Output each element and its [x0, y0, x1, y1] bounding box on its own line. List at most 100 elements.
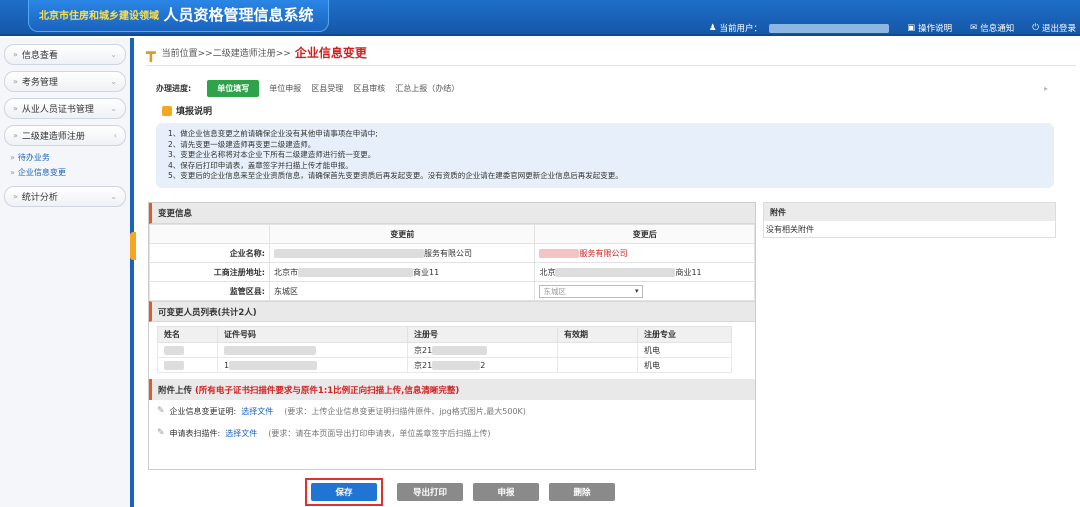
redacted-text: [432, 360, 481, 370]
pin-icon: ┳: [146, 43, 156, 62]
person-major: 机电: [637, 342, 732, 358]
change-form-panel: 变更信息 变更前 变更后 企业名称: 服务有限公司 服务有限公司 工商注册地址:…: [148, 202, 756, 470]
user-name-redacted: [769, 23, 890, 33]
double-arrow-icon: »: [13, 50, 18, 59]
person-name: [157, 342, 218, 358]
chevron-down-icon: ▾: [634, 286, 639, 295]
table-row: 京21 机电: [157, 342, 732, 358]
power-icon: ⏻: [1032, 23, 1039, 33]
logout-link[interactable]: ⏻ 退出登录: [1032, 22, 1076, 34]
sidebar: » 信息查看 ⌄ » 考务管理 ⌄ » 从业人员证书管理 ⌄ » 二级建造师注册…: [0, 38, 134, 507]
address-label: 工商注册地址:: [149, 262, 270, 282]
save-button[interactable]: 保存: [311, 483, 377, 501]
choose-file-application-scan[interactable]: 选择文件: [225, 428, 257, 439]
current-user: ♟ 当前用户：: [708, 22, 890, 34]
instruction-line: 1、做企业信息变更之前请确保企业没有其他申请事项在申请中;: [168, 129, 378, 138]
delete-button[interactable]: 删除: [549, 483, 615, 501]
table-row: 企业名称: 服务有限公司 服务有限公司: [149, 243, 755, 263]
double-arrow-icon: »: [10, 153, 15, 162]
upload-note: (要求：请在本页面导出打印申请表，单位盖章签字后扫描上传): [268, 428, 491, 438]
paperclip-icon: ✎: [157, 428, 165, 438]
redacted-text: [555, 267, 676, 277]
sidebar-item-certificate-management[interactable]: » 从业人员证书管理 ⌄: [4, 98, 126, 119]
sidebar-submenu: » 待办业务 » 企业信息变更: [0, 150, 130, 180]
table-row: 工商注册地址: 北京市 商业11 北京 商业11: [149, 262, 755, 282]
person-major: 机电: [637, 357, 732, 373]
instructions-title: 填报说明: [162, 104, 1054, 117]
note-icon: [162, 105, 172, 116]
progress-label: 办理进度:: [156, 83, 192, 93]
step-unit-fill: 单位填写: [207, 79, 260, 97]
step-summary-report: 汇总上报（办结）: [395, 83, 460, 93]
action-buttons: 保存 导出打印 申报 删除: [305, 478, 615, 506]
sidebar-collapse-handle[interactable]: [130, 232, 136, 260]
address-before: 北京市 商业11: [268, 262, 536, 282]
sidebar-item-exam-management[interactable]: » 考务管理 ⌄: [4, 71, 126, 92]
redacted-text: [432, 345, 488, 355]
breadcrumb: ┳ 当前位置>>二级建造师注册>> 企业信息变更: [146, 40, 1076, 66]
chevron-down-icon: ⌄: [110, 77, 117, 86]
ops-guide-link[interactable]: ▣ 操作说明: [907, 22, 952, 34]
notifications-link[interactable]: ✉ 信息通知: [970, 22, 1014, 34]
table-row: 监管区县: 东城区 东城区 ▾: [149, 281, 755, 301]
person-id: [217, 342, 408, 358]
company-name-label: 企业名称:: [149, 243, 270, 263]
top-header: 北京市住房和城乡建设领域 人员资格管理信息系统 ♟ 当前用户： ▣ 操作说明 ✉…: [0, 0, 1080, 36]
instructions-body: 1、做企业信息变更之前请确保企业没有其他申请事项在申请中; 2、请先变更一级建造…: [156, 123, 1054, 188]
step-district-review: 区县审核: [353, 83, 386, 93]
district-select[interactable]: 东城区 ▾: [539, 284, 644, 298]
progress-steps: 办理进度: 单位填写 单位申报 区县受理 区县审核 汇总上报（办结） ▸: [156, 79, 1056, 97]
people-list-header: 可变更人员列表(共计2人): [149, 301, 755, 322]
double-arrow-icon: »: [13, 192, 18, 201]
upload-requirement: (所有电子证书扫描件要求与原件1:1比例正向扫描上传,信息清晰完整): [195, 385, 460, 396]
chevron-left-icon: ‹: [113, 131, 117, 140]
export-print-button[interactable]: 导出打印: [397, 483, 463, 501]
address-after: 北京 商业11: [534, 262, 755, 282]
upload-header: 附件上传 (所有电子证书扫描件要求与原件1:1比例正向扫描上传,信息清晰完整): [149, 379, 755, 400]
logo-subtitle: 北京市住房和城乡建设领域: [39, 11, 159, 22]
person-id: 1: [217, 357, 408, 373]
double-arrow-icon: »: [13, 131, 18, 140]
redacted-text: [274, 248, 424, 258]
sidebar-item-info-view[interactable]: » 信息查看 ⌄: [4, 44, 126, 65]
instructions-section: 填报说明 1、做企业信息变更之前请确保企业没有其他申请事项在申请中; 2、请先变…: [156, 104, 1054, 194]
attachments-empty: 没有相关附件: [766, 225, 814, 234]
upload-row-change-proof: ✎ 企业信息变更证明: 选择文件 (要求：上传企业信息变更证明扫描件原件、jpg…: [157, 406, 526, 417]
company-name-before: 服务有限公司: [268, 243, 536, 263]
instruction-line: 4、保存后打印申请表，盖章签字并扫描上传才能申报。: [168, 160, 353, 170]
instruction-line: 2、请先变更一级建造师再变更二级建造师。: [168, 139, 316, 149]
upload-row-application-scan: ✎ 申请表扫描件: 选择文件 (要求：请在本页面导出打印申请表，单位盖章签字后扫…: [157, 428, 491, 439]
user-icon: ♟: [708, 23, 717, 33]
before-header: 变更前: [268, 224, 536, 244]
step-unit-submit: 单位申报: [269, 83, 302, 93]
chevron-down-icon: ⌄: [110, 104, 117, 113]
system-logo: 北京市住房和城乡建设领域 人员资格管理信息系统: [28, 0, 329, 32]
redacted-text: [224, 345, 316, 355]
redacted-text: [164, 345, 184, 355]
sidebar-item-statistics[interactable]: » 统计分析 ⌄: [4, 186, 126, 207]
double-arrow-icon: »: [13, 104, 18, 113]
table-row: 变更前 变更后: [149, 224, 755, 244]
sidebar-subitem-pending[interactable]: » 待办业务: [10, 150, 130, 165]
instruction-line: 5、变更后的企业信息来至企业资质信息，请确保首先变更资质后再发起变更。没有资质的…: [168, 171, 623, 180]
arrow-right-icon: ▸: [1043, 83, 1048, 93]
logo-title: 人员资格管理信息系统: [163, 6, 314, 24]
sidebar-subitem-company-change[interactable]: » 企业信息变更: [10, 165, 130, 180]
district-label: 监管区县:: [149, 281, 270, 301]
person-reg: 京21: [407, 342, 558, 358]
submit-button[interactable]: 申报: [473, 483, 539, 501]
step-district-accept: 区县受理: [311, 83, 344, 93]
after-header: 变更后: [534, 224, 755, 244]
redacted-text: [298, 267, 413, 277]
breadcrumb-path: 当前位置>>二级建造师注册>>: [161, 49, 291, 59]
people-table-wrap: 姓名 证件号码 注册号 有效期 注册专业 京21 机电 1 京21 2 机电: [149, 322, 755, 379]
double-arrow-icon: »: [10, 168, 15, 177]
sidebar-item-constructor-registration[interactable]: » 二级建造师注册 ‹: [4, 125, 126, 146]
attachments-header: 附件: [764, 203, 1055, 221]
redacted-text: [164, 360, 184, 370]
district-after-cell: 东城区 ▾: [534, 281, 755, 301]
choose-file-change-proof[interactable]: 选择文件: [241, 406, 273, 417]
upload-note: (要求：上传企业信息变更证明扫描件原件、jpg格式图片,最大500K): [284, 406, 526, 416]
save-highlight: 保存: [305, 478, 383, 506]
table-row: 1 京21 2 机电: [157, 357, 732, 373]
